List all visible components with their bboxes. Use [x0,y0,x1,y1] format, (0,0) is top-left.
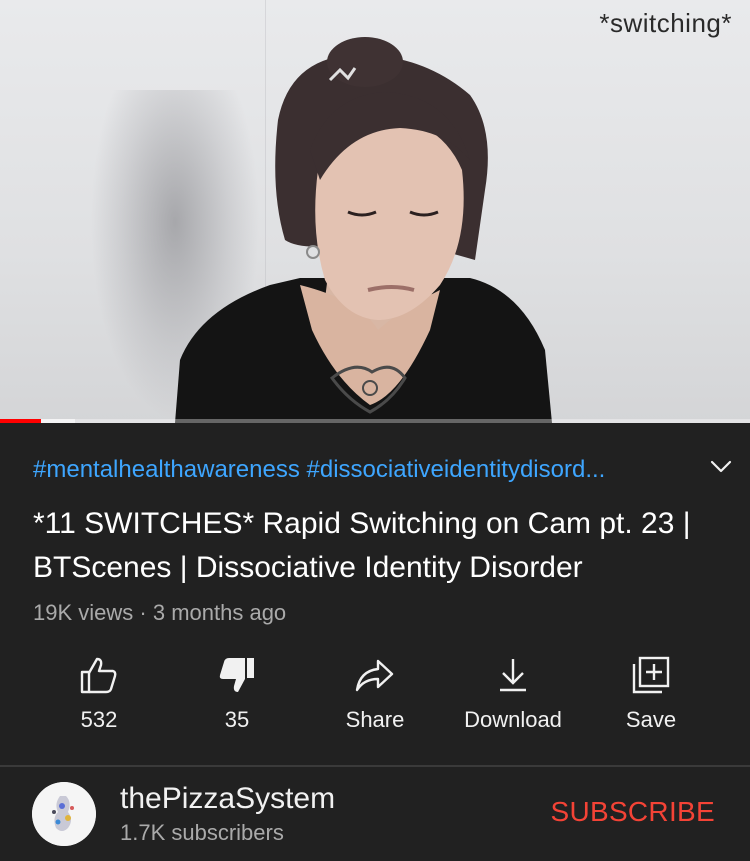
divider [0,765,750,767]
action-bar: 532 35 Share Download Save [30,652,720,742]
dislike-count: 35 [224,707,250,732]
meta-separator: · [139,600,147,625]
avatar-image [32,782,96,846]
view-count: 19K views [33,600,134,625]
subscribe-button[interactable]: SUBSCRIBE [550,796,715,828]
download-icon [500,659,526,692]
share-arrow-icon [355,659,394,692]
download-button[interactable]: Download [444,652,582,742]
expand-description-button[interactable] [706,452,736,482]
video-meta: 19K views · 3 months ago [33,600,286,626]
progress-played [0,419,42,423]
dislike-button[interactable]: 35 [168,652,306,742]
channel-avatar[interactable] [32,782,96,846]
video-player[interactable]: *switching* [0,0,750,423]
share-button[interactable]: Share [306,652,444,742]
playlist-add-icon [632,656,670,694]
thumbs-up-icon [80,657,117,694]
video-title[interactable]: *11 SWITCHES* Rapid Switching on Cam pt.… [33,502,723,590]
video-hashtags[interactable]: #mentalhealthawareness #dissociativeiden… [33,456,673,484]
save-label: Save [625,707,677,732]
video-caption-overlay: *switching* [599,8,732,38]
channel-name[interactable]: thePizzaSystem [120,782,335,816]
subscriber-count: 1.7K subscribers [120,820,284,845]
download-label: Download [464,707,562,732]
chevron-down-icon [710,460,732,473]
like-button[interactable]: 532 [30,652,168,742]
upload-age: 3 months ago [152,600,287,625]
share-label: Share [345,707,405,732]
thumbs-down-filled-icon [219,658,254,692]
save-button[interactable]: Save [582,652,720,742]
like-count: 532 [80,707,118,732]
video-frame-person [175,37,552,423]
video-progress-bar[interactable] [0,419,750,423]
